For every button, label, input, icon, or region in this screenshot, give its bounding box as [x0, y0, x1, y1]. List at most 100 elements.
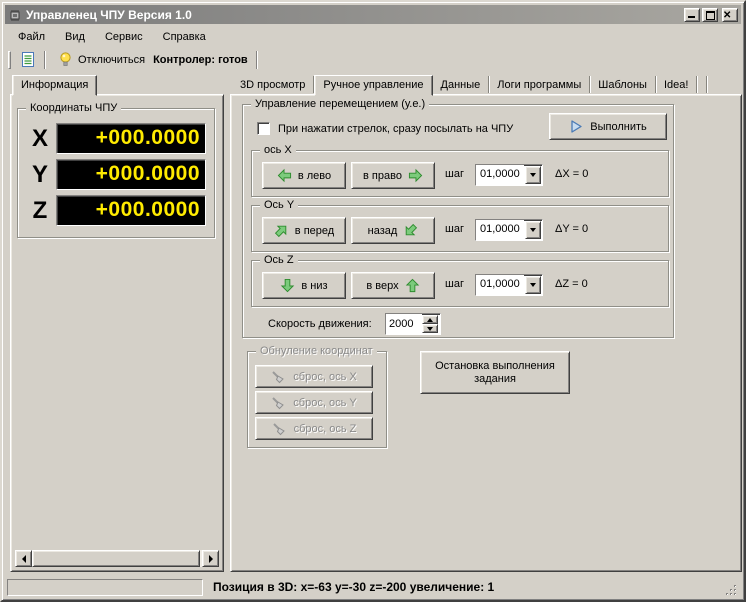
step-label-z: шаг — [445, 278, 464, 290]
arrow-left-icon — [277, 168, 292, 183]
arrow-down-icon — [280, 278, 295, 293]
speed-label: Скорость движения: — [268, 318, 372, 330]
send-on-arrow-label: При нажатии стрелок, сразу посылать на Ч… — [278, 122, 514, 135]
axis-z-title: Ось Z — [260, 253, 298, 267]
menu-file[interactable]: Файл — [8, 29, 55, 45]
tab-information[interactable]: Информация — [12, 75, 98, 96]
tab-idea[interactable]: Idea! — [656, 76, 698, 93]
information-page: Координаты ЧПУ X +000.0000 Y +000.0000 Z… — [10, 94, 224, 572]
step-z-combobox[interactable]: 01,0000 — [475, 274, 543, 296]
move-up-label: в верх — [366, 279, 399, 292]
step-x-combobox[interactable]: 01,0000 — [475, 164, 543, 186]
speed-spinner — [422, 315, 438, 333]
step-y-dropdown-button[interactable] — [525, 221, 541, 239]
coord-x-display: +000.0000 — [56, 123, 206, 154]
step-x-dropdown-button[interactable] — [525, 166, 541, 184]
tab-data[interactable]: Данные — [433, 76, 490, 93]
tab-program-logs[interactable]: Логи программы — [489, 76, 591, 93]
coord-row-z: Z +000.0000 — [24, 195, 206, 226]
send-on-arrow-row: При нажатии стрелок, сразу посылать на Ч… — [257, 122, 513, 135]
speed-stepper[interactable] — [385, 313, 441, 335]
toolbar: Отключиться Контролер: готов — [5, 47, 741, 72]
menu-help[interactable]: Справка — [153, 29, 216, 45]
play-icon — [569, 119, 583, 134]
resize-grip-icon[interactable] — [725, 584, 738, 597]
tab-information-label: Информация — [21, 78, 89, 91]
move-right-button[interactable]: в право — [351, 162, 435, 189]
spinner-down-icon — [427, 326, 433, 331]
arrow-right-icon — [408, 168, 423, 183]
horizontal-scrollbar[interactable] — [15, 550, 219, 567]
send-on-arrow-checkbox[interactable] — [257, 122, 270, 135]
reset-y-button: сброс, ось Y — [255, 391, 373, 414]
app-window: Управленец ЧПУ Версия 1.0 ✕ Файл Вид Сер… — [0, 0, 746, 602]
step-y-value[interactable]: 01,0000 — [476, 220, 524, 240]
stop-execution-button[interactable]: Остановка выполнения задания — [420, 351, 570, 394]
delta-y-label: ΔY = 0 — [555, 223, 589, 235]
tab-templates-label: Шаблоны — [598, 78, 647, 91]
arrow-down-left-icon — [403, 223, 418, 238]
tab-3d-view-label: 3D просмотр — [240, 78, 306, 91]
scrollbar-thumb[interactable] — [32, 550, 200, 567]
tab-idea-label: Idea! — [663, 78, 689, 91]
movement-groupbox: Управление перемещением (у.е.) При нажат… — [242, 97, 674, 338]
axis-x-letter: X — [31, 125, 48, 152]
reset-z-button: сброс, ось Z — [255, 417, 373, 440]
speed-up-button[interactable] — [422, 315, 438, 324]
bulb-icon — [58, 51, 73, 68]
step-y-combobox[interactable]: 01,0000 — [475, 219, 543, 241]
speed-down-button[interactable] — [422, 324, 438, 333]
arrow-up-right-icon — [274, 223, 289, 238]
tab-data-label: Данные — [440, 78, 481, 91]
disconnect-button[interactable]: Отключиться — [54, 49, 149, 71]
coord-y-display: +000.0000 — [56, 159, 206, 190]
move-down-button[interactable]: в низ — [262, 272, 346, 299]
toolbar-grip[interactable] — [8, 50, 11, 69]
execute-button[interactable]: Выполнить — [549, 113, 667, 140]
maximize-icon — [706, 10, 715, 20]
move-left-button[interactable]: в лево — [262, 162, 346, 189]
arrow-up-icon — [405, 278, 420, 293]
broom-icon — [271, 396, 285, 410]
axis-x-title: ось X — [260, 143, 296, 157]
maximize-button[interactable] — [702, 7, 718, 22]
minimize-button[interactable] — [684, 7, 700, 22]
close-button[interactable]: ✕ — [722, 7, 738, 22]
chevron-down-icon — [530, 173, 536, 177]
tab-manual-control[interactable]: Ручное управление — [314, 75, 433, 96]
coords-groupbox: Координаты ЧПУ X +000.0000 Y +000.0000 Z… — [17, 101, 215, 238]
menu-view[interactable]: Вид — [55, 29, 95, 45]
step-z-dropdown-button[interactable] — [525, 276, 541, 294]
move-forward-button[interactable]: в перед — [262, 217, 346, 244]
minimize-icon — [688, 15, 695, 18]
move-up-button[interactable]: в верх — [351, 272, 435, 299]
tab-templates[interactable]: Шаблоны — [590, 76, 656, 93]
tab-3d-view[interactable]: 3D просмотр — [232, 76, 315, 93]
spinner-up-icon — [427, 317, 433, 322]
scroll-right-icon — [208, 554, 213, 563]
chevron-down-icon — [530, 228, 536, 232]
scroll-right-button[interactable] — [202, 550, 219, 567]
disconnect-label: Отключиться — [78, 53, 146, 66]
manual-control-page: Управление перемещением (у.е.) При нажат… — [230, 94, 742, 572]
tab-program-logs-label: Логи программы — [497, 78, 582, 91]
move-down-label: в низ — [301, 279, 328, 292]
title-bar[interactable]: Управленец ЧПУ Версия 1.0 ✕ — [5, 5, 741, 24]
menu-bar: Файл Вид Сервис Справка — [8, 27, 738, 46]
move-forward-label: в перед — [294, 224, 335, 237]
step-x-value[interactable]: 01,0000 — [476, 165, 524, 185]
toolbar-separator-2 — [255, 50, 258, 69]
menu-service[interactable]: Сервис — [95, 29, 153, 45]
report-button[interactable] — [15, 49, 40, 71]
speed-input[interactable] — [386, 314, 422, 334]
broom-icon — [272, 422, 286, 436]
axis-z-letter: Z — [32, 197, 48, 224]
step-z-value[interactable]: 01,0000 — [476, 275, 524, 295]
status-bar: Позиция в 3D: x=-63 y=-30 z=-200 увеличе… — [6, 577, 740, 599]
document-table-icon — [19, 51, 36, 69]
move-back-button[interactable]: назад — [351, 217, 435, 244]
coord-row-x: X +000.0000 — [24, 123, 206, 154]
reset-y-label: сброс, ось Y — [293, 396, 357, 409]
scroll-left-button[interactable] — [15, 550, 32, 567]
scroll-left-icon — [21, 554, 26, 563]
